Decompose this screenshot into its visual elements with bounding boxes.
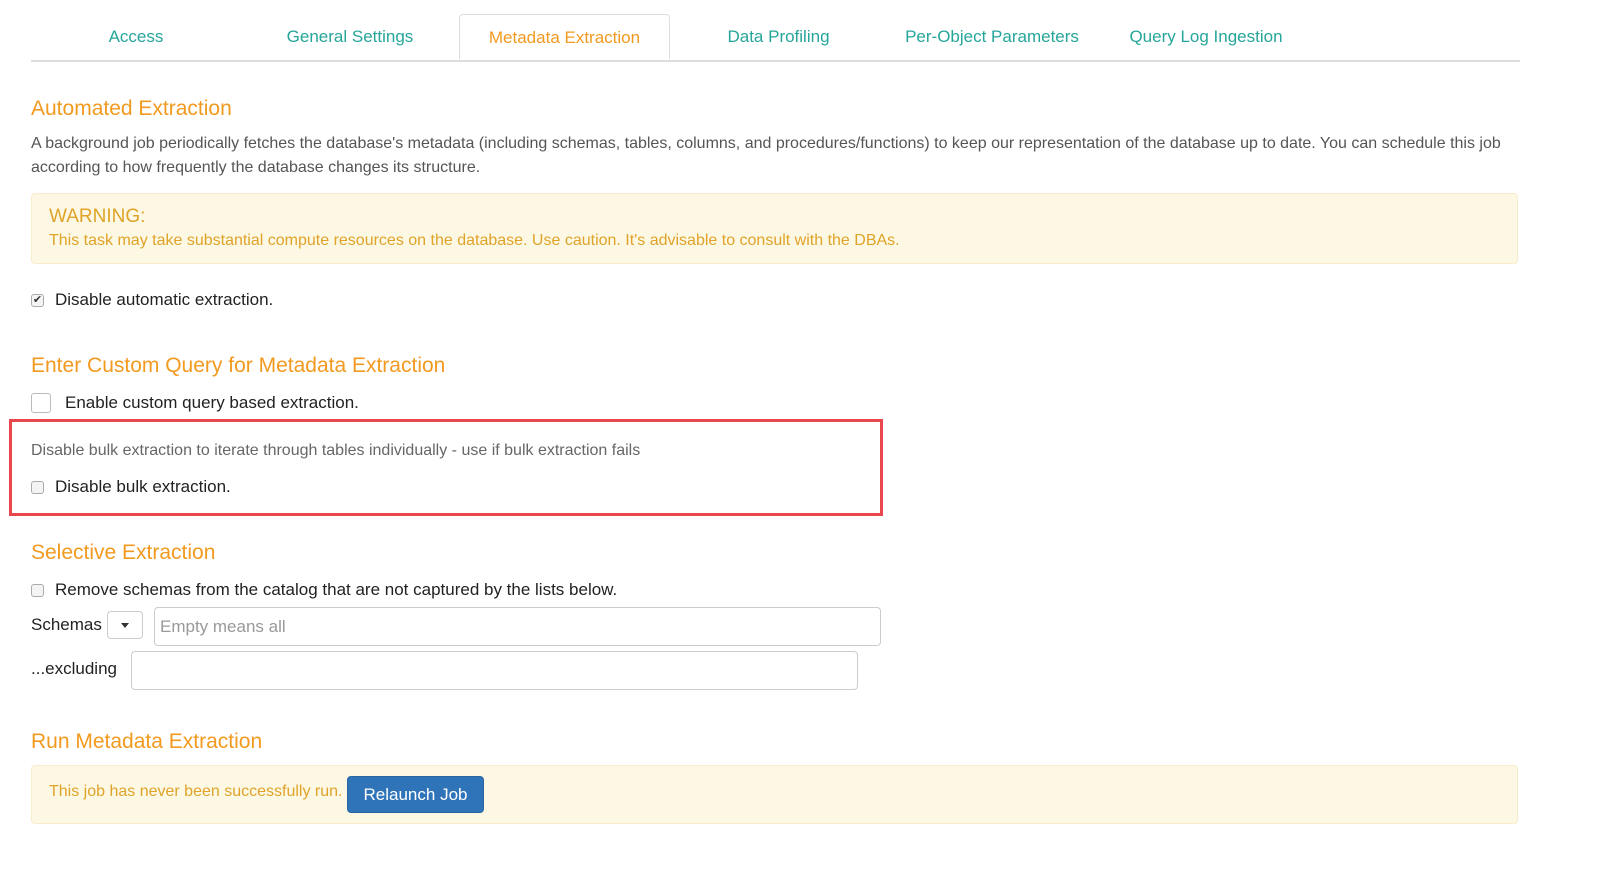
remove-schemas-label: Remove schemas from the catalog that are… [55,580,618,599]
tab-general-settings[interactable]: General Settings [276,14,424,60]
schemas-input[interactable] [154,607,881,646]
bulk-extraction-hint: Disable bulk extraction to iterate throu… [31,442,641,459]
custom-query-heading: Enter Custom Query for Metadata Extracti… [31,354,446,377]
run-status-text: This job has never been successfully run… [49,783,343,800]
disable-bulk-extraction-row: Disable bulk extraction. [31,477,231,497]
disable-automatic-extraction-checkbox[interactable]: ✔ [31,293,44,307]
disable-bulk-extraction-label: Disable bulk extraction. [55,477,231,496]
excluding-input[interactable] [131,651,858,690]
schemas-dropdown-button[interactable] [107,611,143,639]
remove-schemas-row: Remove schemas from the catalog that are… [31,580,617,600]
run-status-alert: This job has never been successfully run… [31,765,1518,824]
schemas-label: Schemas [31,615,102,634]
automated-extraction-heading: Automated Extraction [31,97,232,120]
tab-bar: Access General Settings Metadata Extract… [31,14,1520,62]
tab-query-log-ingestion[interactable]: Query Log Ingestion [1126,14,1286,60]
tab-data-profiling[interactable]: Data Profiling [716,14,841,60]
enable-custom-query-row: Enable custom query based extraction. [31,392,359,414]
disable-bulk-extraction-checkbox[interactable] [31,480,44,494]
enable-custom-query-label: Enable custom query based extraction. [65,393,359,412]
tab-per-object-parameters[interactable]: Per-Object Parameters [901,14,1083,60]
remove-schemas-checkbox[interactable] [31,583,44,597]
excluding-label: ...excluding [31,659,117,678]
warning-text: This task may take substantial compute r… [49,232,900,249]
selective-extraction-heading: Selective Extraction [31,541,216,564]
run-extraction-heading: Run Metadata Extraction [31,730,263,753]
warning-title: WARNING: [49,206,146,227]
relaunch-job-button[interactable]: Relaunch Job [347,776,484,813]
disable-automatic-extraction-row: ✔ Disable automatic extraction. [31,290,273,310]
disable-automatic-extraction-label: Disable automatic extraction. [55,290,274,309]
tab-access[interactable]: Access [71,14,201,60]
enable-custom-query-checkbox[interactable] [31,393,51,413]
caret-down-icon [121,622,129,628]
tab-metadata-extraction[interactable]: Metadata Extraction [459,14,670,60]
bulk-extraction-highlight-box [9,419,883,516]
warning-alert: WARNING: This task may take substantial … [31,193,1518,264]
automated-extraction-description: A background job periodically fetches th… [31,135,1501,176]
